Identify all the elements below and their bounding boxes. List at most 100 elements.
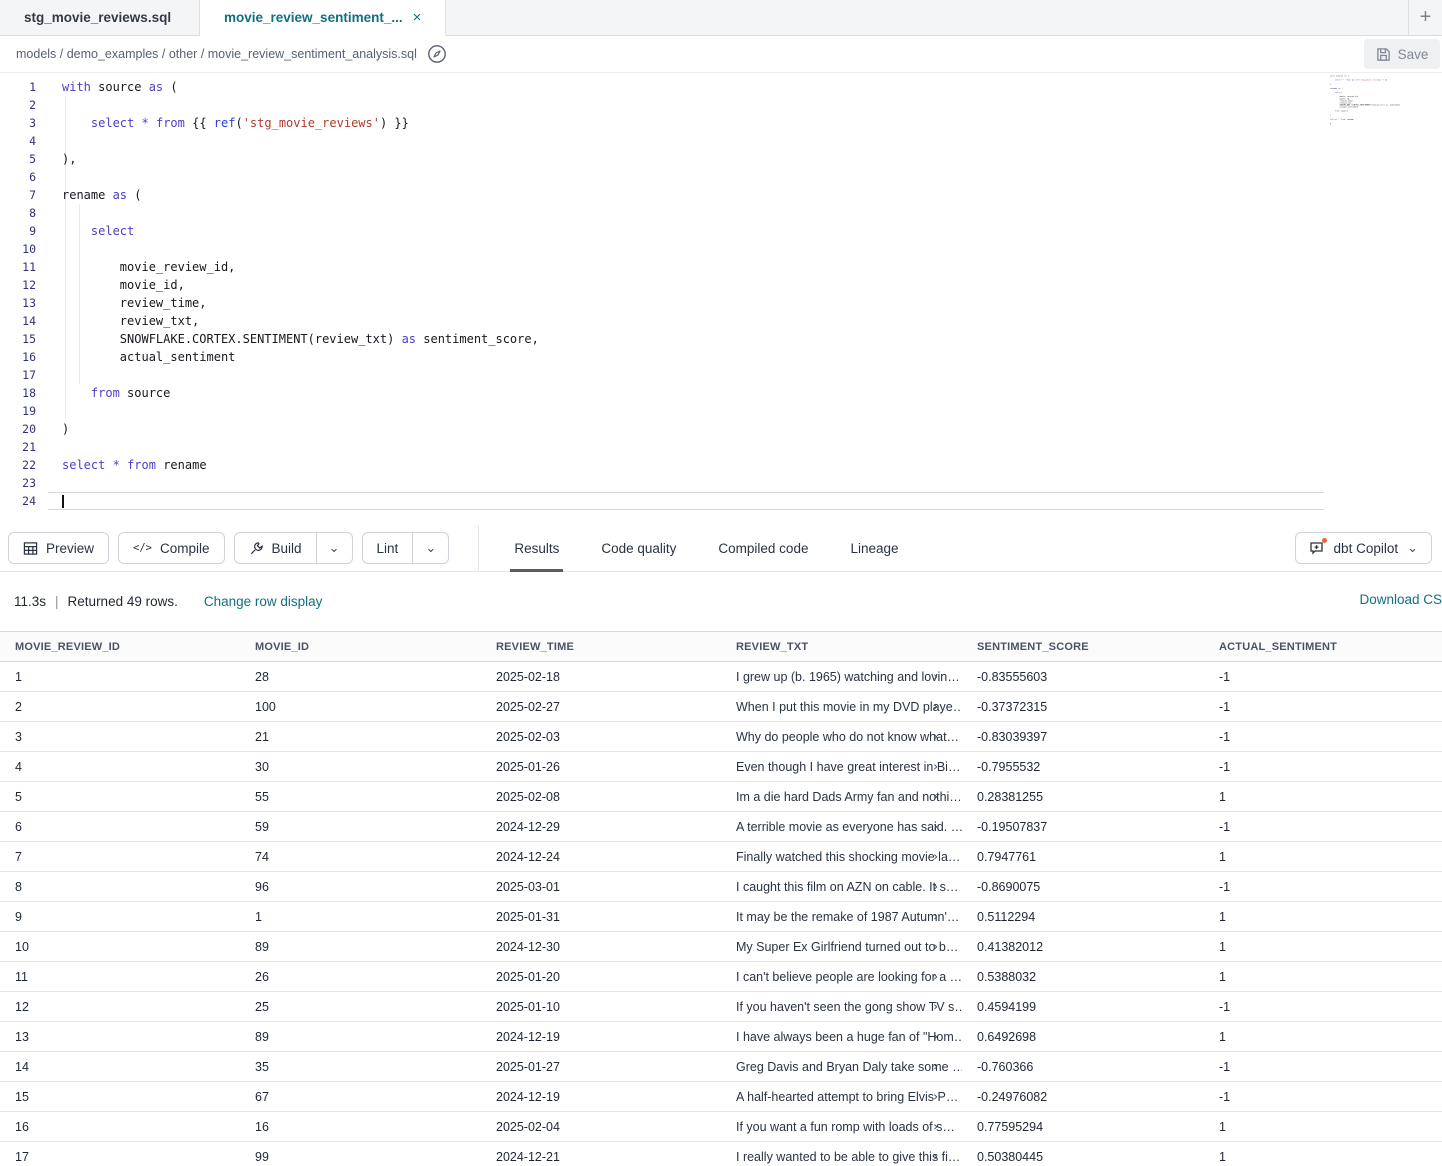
new-tab-button[interactable]: +: [1408, 0, 1442, 35]
divider: [478, 525, 479, 571]
tab-results[interactable]: Results: [514, 525, 559, 572]
cell-review_time: 2025-02-03: [481, 730, 721, 744]
cell-movie_review_id: 14: [0, 1060, 240, 1074]
expand-cell-icon[interactable]: ›: [933, 790, 938, 803]
line-number: 20: [0, 420, 48, 438]
minimap[interactable]: with source as ( select * from {{ ref('s…: [1330, 75, 1400, 130]
cell-movie_id: 30: [240, 760, 481, 774]
result-tabs: Results Code quality Compiled code Linea…: [493, 525, 919, 572]
cell-review_time: 2025-01-10: [481, 1000, 721, 1014]
cell-movie_review_id: 1: [0, 670, 240, 684]
cell-sentiment_score: 0.5112294: [962, 910, 1204, 924]
expand-cell-icon[interactable]: ›: [933, 760, 938, 773]
cell-review_time: 2025-03-01: [481, 880, 721, 894]
column-header[interactable]: ACTUAL_SENTIMENT: [1204, 641, 1442, 653]
cell-review_txt: Greg Davis and Bryan Daly take some …›: [721, 1060, 962, 1074]
cell-review_txt: I really wanted to be able to give this …: [721, 1150, 962, 1164]
column-header[interactable]: SENTIMENT_SCORE: [962, 641, 1204, 653]
cell-movie_id: 67: [240, 1090, 481, 1104]
tab-code-quality[interactable]: Code quality: [601, 525, 676, 572]
cell-movie_id: 89: [240, 1030, 481, 1044]
code-line: review_txt,: [48, 312, 1324, 330]
cell-sentiment_score: -0.760366: [962, 1060, 1204, 1074]
tab-lineage[interactable]: Lineage: [850, 525, 898, 572]
close-icon[interactable]: ×: [413, 10, 422, 25]
tab-compiled-code[interactable]: Compiled code: [718, 525, 808, 572]
code-line: review_time,: [48, 294, 1324, 312]
tab-movie-review-sentiment[interactable]: movie_review_sentiment_... ×: [200, 0, 446, 36]
expand-cell-icon[interactable]: ›: [933, 850, 938, 863]
chevron-down-icon: ⌄: [425, 545, 436, 552]
copilot-compass-icon[interactable]: [427, 44, 447, 64]
cell-movie_review_id: 8: [0, 880, 240, 894]
table-row: 15672024-12-19A half-hearted attempt to …: [0, 1082, 1442, 1112]
results-toolbar: Preview </> Compile Build ⌄ Lint ⌄: [0, 525, 1442, 572]
breadcrumb: models / demo_examples / other / movie_r…: [16, 47, 417, 61]
expand-cell-icon[interactable]: ›: [933, 670, 938, 683]
change-row-display-link[interactable]: Change row display: [204, 594, 323, 609]
code-line: actual_sentiment: [48, 348, 1324, 366]
cell-movie_id: 28: [240, 670, 481, 684]
line-number: 2: [0, 96, 48, 114]
chevron-down-icon: ⌄: [329, 545, 340, 552]
cell-sentiment_score: -0.37372315: [962, 700, 1204, 714]
table-row: 12252025-01-10If you haven't seen the go…: [0, 992, 1442, 1022]
expand-cell-icon[interactable]: ›: [933, 1150, 938, 1163]
cell-sentiment_score: 0.28381255: [962, 790, 1204, 804]
lint-button[interactable]: Lint ⌄: [362, 532, 450, 564]
compile-button[interactable]: </> Compile: [118, 532, 225, 564]
table-row: 8962025-03-01I caught this film on AZN o…: [0, 872, 1442, 902]
cell-movie_review_id: 16: [0, 1120, 240, 1134]
expand-cell-icon[interactable]: ›: [933, 1000, 938, 1013]
line-number: 8: [0, 204, 48, 222]
download-csv-link[interactable]: Download CSV: [1359, 592, 1442, 607]
expand-cell-icon[interactable]: ›: [933, 820, 938, 833]
line-number: 14: [0, 312, 48, 330]
column-header[interactable]: REVIEW_TIME: [481, 641, 721, 653]
copilot-chat-sparkle-icon: [1309, 540, 1325, 556]
line-number: 12: [0, 276, 48, 294]
table-row: 13892024-12-19I have always been a huge …: [0, 1022, 1442, 1052]
column-header[interactable]: MOVIE_ID: [240, 641, 481, 653]
column-header[interactable]: REVIEW_TXT: [721, 641, 962, 653]
cell-movie_id: 16: [240, 1120, 481, 1134]
cell-review_time: 2024-12-24: [481, 850, 721, 864]
build-dropdown-button[interactable]: ⌄: [316, 533, 352, 563]
save-button[interactable]: Save: [1364, 39, 1440, 69]
cell-actual_sentiment: 1: [1204, 790, 1442, 804]
cell-sentiment_score: 0.5388032: [962, 970, 1204, 984]
code-lines[interactable]: with source as ( select * from {{ ref('s…: [48, 78, 1324, 510]
expand-cell-icon[interactable]: ›: [933, 970, 938, 983]
expand-cell-icon[interactable]: ›: [933, 880, 938, 893]
code-line: [48, 168, 1324, 186]
tab-stg-movie-reviews[interactable]: stg_movie_reviews.sql: [0, 0, 200, 35]
cell-review_txt: I have always been a huge fan of "Hom…›: [721, 1030, 962, 1044]
lint-dropdown-button[interactable]: ⌄: [412, 533, 448, 563]
cell-sentiment_score: 0.4594199: [962, 1000, 1204, 1014]
code-editor[interactable]: 123456789101112131415161718192021222324 …: [0, 73, 1442, 525]
editor-tab-bar: stg_movie_reviews.sql movie_review_senti…: [0, 0, 1442, 36]
cell-movie_id: 59: [240, 820, 481, 834]
expand-cell-icon[interactable]: ›: [933, 1060, 938, 1073]
expand-cell-icon[interactable]: ›: [933, 910, 938, 923]
expand-cell-icon[interactable]: ›: [933, 700, 938, 713]
line-number: 15: [0, 330, 48, 348]
code-line: movie_id,: [48, 276, 1324, 294]
expand-cell-icon[interactable]: ›: [933, 940, 938, 953]
line-number: 13: [0, 294, 48, 312]
cell-review_txt: Even though I have great interest in Bi……: [721, 760, 962, 774]
expand-cell-icon[interactable]: ›: [933, 1030, 938, 1043]
preview-button[interactable]: Preview: [8, 532, 109, 564]
cell-movie_review_id: 2: [0, 700, 240, 714]
expand-cell-icon[interactable]: ›: [933, 1090, 938, 1103]
table-row: 10892024-12-30My Super Ex Girlfriend tur…: [0, 932, 1442, 962]
line-number: 18: [0, 384, 48, 402]
cell-review_time: 2024-12-19: [481, 1030, 721, 1044]
build-button[interactable]: Build ⌄: [234, 532, 353, 564]
expand-cell-icon[interactable]: ›: [933, 730, 938, 743]
cell-sentiment_score: -0.24976082: [962, 1090, 1204, 1104]
expand-cell-icon[interactable]: ›: [933, 1120, 938, 1133]
cell-sentiment_score: -0.83555603: [962, 670, 1204, 684]
column-header[interactable]: MOVIE_REVIEW_ID: [0, 641, 240, 653]
dbt-copilot-button[interactable]: dbt Copilot ⌄: [1295, 532, 1432, 564]
